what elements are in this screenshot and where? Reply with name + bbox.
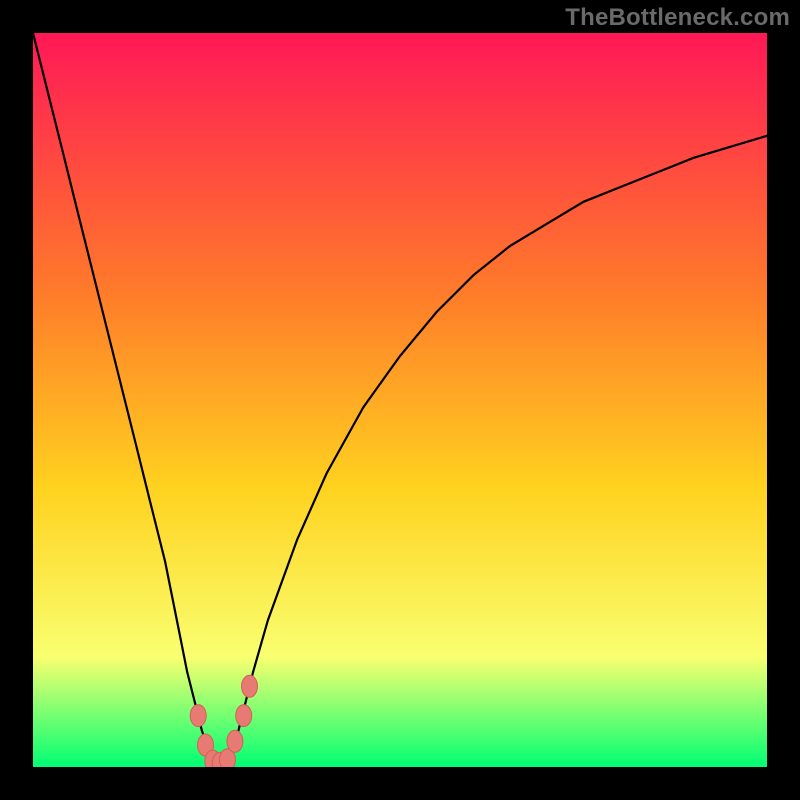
- gradient-background: [33, 33, 767, 767]
- curve-marker: [242, 675, 258, 697]
- plot-area: [33, 33, 767, 767]
- watermark-text: TheBottleneck.com: [565, 4, 790, 32]
- curve-marker: [190, 705, 206, 727]
- curve-marker: [236, 705, 252, 727]
- chart-frame: TheBottleneck.com: [0, 0, 800, 800]
- curve-marker: [227, 730, 243, 752]
- bottleneck-chart-svg: [33, 33, 767, 767]
